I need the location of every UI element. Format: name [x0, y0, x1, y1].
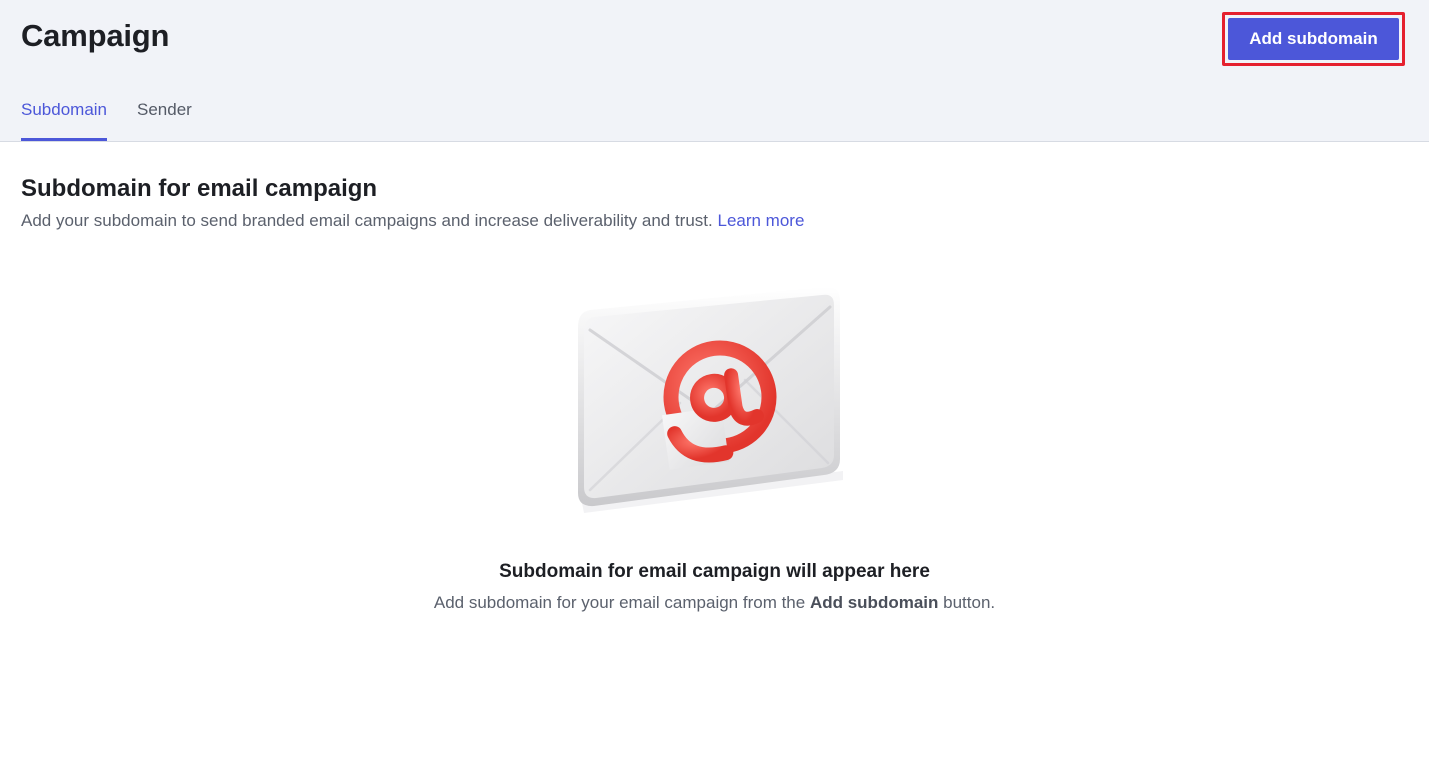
page-title: Campaign [21, 18, 170, 53]
section-title: Subdomain for email campaign [21, 175, 378, 202]
empty-state-title: Subdomain for email campaign will appear… [499, 561, 930, 582]
add-subdomain-button-highlight: Add subdomain [1222, 12, 1405, 66]
empty-state-description-before: Add subdomain for your email campaign fr… [433, 593, 806, 612]
tab-subdomain[interactable]: Subdomain [21, 100, 108, 141]
empty-state-description: Add subdomain for your email campaign fr… [0, 593, 1429, 613]
tab-sender[interactable]: Sender [137, 100, 192, 141]
empty-state-description-after: button. [943, 593, 996, 612]
empty-state-description-bold: Add subdomain [809, 593, 939, 612]
section-description: Add your subdomain to send branded email… [21, 211, 804, 231]
tab-bar: Subdomain Sender [21, 100, 192, 141]
add-subdomain-button[interactable]: Add subdomain [1228, 18, 1399, 60]
email-envelope-at-icon [560, 275, 860, 520]
section-description-text: Add your subdomain to send branded email… [21, 211, 713, 230]
learn-more-link[interactable]: Learn more [717, 211, 804, 230]
page-header: Campaign Add subdomain Subdomain Sender [0, 0, 1429, 142]
